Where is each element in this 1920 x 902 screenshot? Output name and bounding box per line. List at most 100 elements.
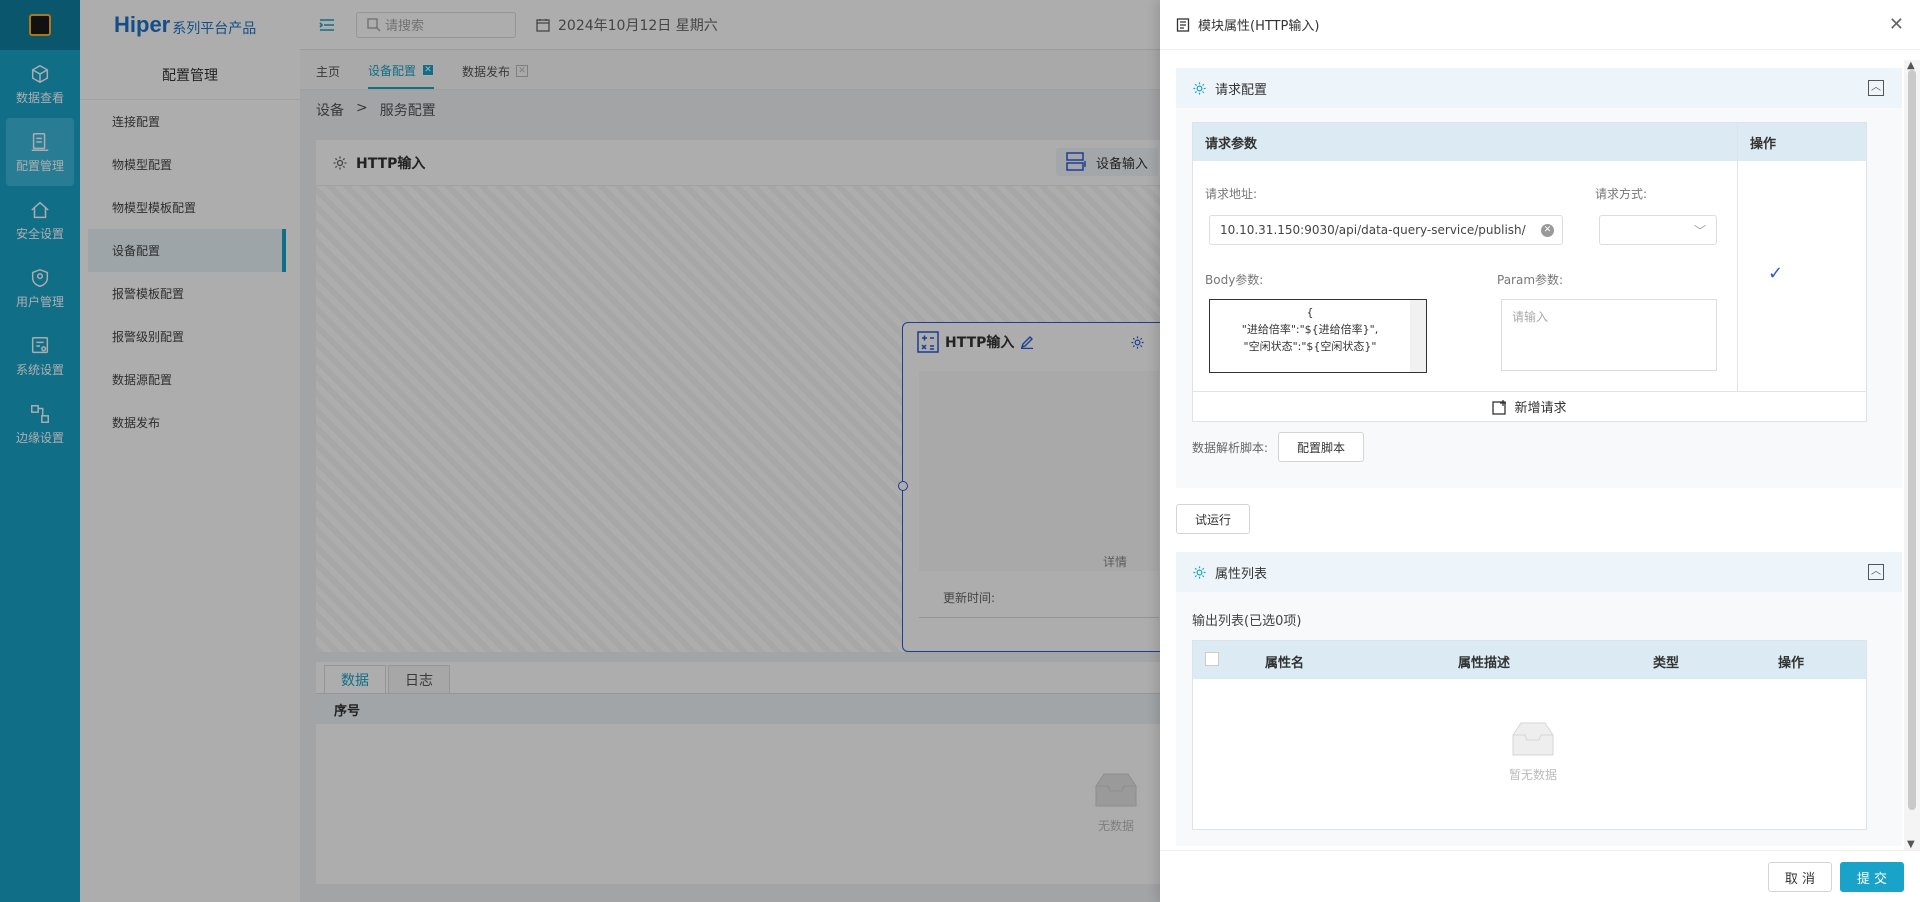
request-method-select[interactable]: ﹀ [1599,215,1717,245]
add-request-button[interactable]: 新增请求 [1193,391,1866,421]
gear-icon [1193,81,1206,95]
nav-users[interactable]: 用户管理 [0,254,80,322]
breadcrumb-separator: > [356,100,368,116]
sidebar-section-title: 配置管理 [80,50,300,100]
trial-run-button[interactable]: 试运行 [1176,504,1250,534]
bottom-tabs: 数据 日志 [316,662,1160,694]
empty-text: 暂无数据 [1508,768,1557,782]
sidebar-item-alarm-level[interactable]: 报警级别配置 [80,315,300,358]
nav-data-view[interactable]: 数据查看 [0,50,80,118]
body-line-3: "空闲状态":"${空闲状态}" [1243,340,1377,353]
properties-table-header: 属性名 属性描述 类型 操作 [1193,641,1866,679]
clear-icon[interactable]: ✕ [1541,224,1554,237]
request-config-title: 请求配置 [1215,82,1268,98]
search-icon [367,17,381,31]
cancel-button[interactable]: 取 消 [1768,862,1832,892]
tab-device-config-label: 设备配置 [368,63,417,78]
document-icon [1176,17,1190,32]
param-placeholder: 请输入 [1512,310,1549,324]
module-properties-drawer: 模块属性(HTTP输入) ✕ 请求配置 ︿ 请求参数 操作 请求地址: 10.1… [1160,0,1920,902]
body-line-1: { [1306,306,1314,319]
nav-edge[interactable]: 边缘设置 [0,390,80,458]
edge-settings-icon [31,404,49,423]
tab-log[interactable]: 日志 [388,665,450,693]
scroll-thumb[interactable] [1908,70,1916,810]
nav-security[interactable]: 安全设置 [0,186,80,254]
device-input-icon [1066,152,1086,171]
drawer-scrollbar[interactable]: ▲ ▼ [1904,60,1920,850]
properties-title: 属性列表 [1215,566,1268,582]
http-input-node[interactable]: HTTP输入 详情 更新时间: [898,322,1172,652]
textarea-scrollbar[interactable] [1410,300,1426,372]
collapse-icon[interactable]: ︿ [1868,80,1884,96]
scroll-down-icon[interactable]: ▼ [1907,839,1915,850]
col-property-name: 属性名 [1265,656,1305,671]
body-label: Body参数: [1205,273,1264,287]
nav-config[interactable]: 配置管理 [6,118,74,186]
collapse-icon[interactable]: ︿ [1868,564,1884,580]
sidebar-item-thing-template[interactable]: 物模型模板配置 [80,186,300,229]
tab-data-publish[interactable]: 数据发布 ✕ [462,53,529,89]
divider [919,617,1159,618]
node-input-port[interactable] [898,481,908,491]
tab-device-config[interactable]: 设备配置 ✕ [368,53,435,89]
param-label: Param参数: [1497,273,1564,287]
breadcrumb-current: 服务配置 [379,103,436,119]
script-label: 数据解析脚本: [1192,440,1269,455]
properties-section: 属性列表 ︿ 输出列表(已选0项) 属性名 属性描述 类型 操作 暂无数据 [1176,552,1902,846]
tab-data[interactable]: 数据 [324,665,386,693]
brand: Hiper 系列平台产品 [80,0,300,50]
nav-system[interactable]: 系统设置 [0,322,80,390]
request-url-input[interactable]: 10.10.31.150:9030/api/data-query-service… [1209,215,1563,245]
search-input[interactable]: 请搜索 [356,11,516,38]
flow-editor-title: HTTP输入 [356,155,426,172]
nav-security-label: 安全设置 [15,226,64,241]
flow-canvas[interactable]: HTTP输入 详情 更新时间: [316,186,1172,652]
calendar-icon [536,18,550,32]
col-property-desc: 属性描述 [1458,656,1511,671]
gear-icon [1193,565,1206,579]
properties-header: 属性列表 [1176,552,1902,592]
sidebar-item-connection[interactable]: 连接配置 [80,100,300,143]
drawer-header: 模块属性(HTTP输入) [1160,0,1920,50]
add-icon [1492,399,1507,415]
sidebar-item-alarm-template[interactable]: 报警模板配置 [80,272,300,315]
flow-editor-panel: HTTP输入 设备输入 HTTP输入 详情 更新时间: [316,140,1172,652]
col-type: 类型 [1653,656,1680,671]
configure-script-button[interactable]: 配置脚本 [1278,432,1365,462]
close-icon[interactable]: ✕ [516,65,529,77]
method-label: 请求方式: [1595,187,1648,201]
col-actions: 操作 [1738,123,1866,161]
sidebar-item-data-publish[interactable]: 数据发布 [80,401,300,444]
empty-state: 暂无数据 [1493,721,1573,783]
node-detail-link[interactable]: 详情 [1103,553,1127,570]
app-logo [0,0,80,50]
search-placeholder: 请搜索 [385,19,425,34]
tab-home[interactable]: 主页 [316,53,340,89]
menu-toggle-icon[interactable] [318,16,336,34]
breadcrumb: 设备 > 服务配置 [316,100,436,120]
icon-nav-bar: 数据查看 配置管理 安全设置 用户管理 系统设置 边缘设置 [0,0,80,902]
output-list-label: 输出列表(已选0项) [1192,614,1302,629]
submit-button[interactable]: 提 交 [1840,862,1904,892]
check-icon[interactable]: ✓ [1768,263,1783,284]
sidebar-item-device-config[interactable]: 设备配置 [88,229,286,272]
nav-users-label: 用户管理 [15,294,64,309]
body-params-textarea[interactable]: { "进给倍率":"${进给倍率}", "空闲状态":"${空闲状态}" [1209,299,1427,373]
sidebar-item-data-source[interactable]: 数据源配置 [80,358,300,401]
close-icon[interactable]: ✕ [422,64,435,76]
sidebar-item-thing-model[interactable]: 物模型配置 [80,143,300,186]
nav-data-view-label: 数据查看 [15,90,64,105]
system-settings-icon [31,336,49,353]
breadcrumb-root[interactable]: 设备 [316,100,344,120]
device-input-button[interactable]: 设备输入 [1056,148,1159,176]
gear-icon[interactable] [1130,335,1145,350]
request-config-header: 请求配置 [1176,68,1902,108]
edit-icon[interactable] [1020,335,1034,349]
close-icon[interactable]: ✕ [1889,14,1904,35]
param-params-textarea[interactable]: 请输入 [1501,299,1717,371]
node-header: HTTP输入 [903,323,1171,361]
body-line-2: "进给倍率":"${进给倍率}", [1241,323,1379,336]
select-all-checkbox[interactable] [1205,652,1219,666]
col-index: 序号 [334,703,361,719]
